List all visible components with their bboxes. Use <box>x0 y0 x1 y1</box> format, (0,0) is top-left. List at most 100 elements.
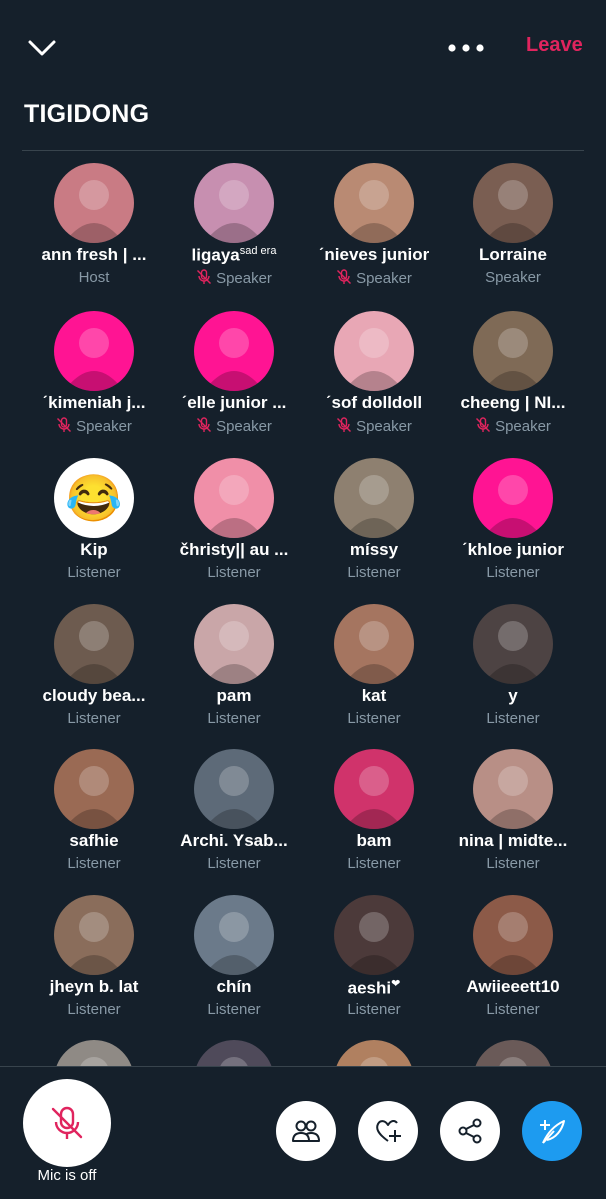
participant-role: Listener <box>207 1001 261 1018</box>
people-icon <box>292 1120 320 1142</box>
participant-name: ˊsof dolldoll <box>325 393 423 412</box>
participant-role: Listener <box>207 855 261 872</box>
mic-toggle-button[interactable] <box>23 1079 111 1167</box>
participant-role: Listener <box>347 1001 401 1018</box>
participant-card[interactable]: kat Listener <box>304 604 444 744</box>
participant-card[interactable]: bam Listener <box>304 749 444 889</box>
participant-card[interactable]: ˊelle junior ... Speaker <box>164 311 304 451</box>
participant-card[interactable]: pam Listener <box>164 604 304 744</box>
participant-role: Speaker <box>164 417 304 435</box>
feather-plus-icon <box>540 1120 565 1144</box>
participant-name: jheyn b. lat <box>49 977 139 996</box>
avatar <box>334 163 414 243</box>
react-button[interactable] <box>358 1101 418 1161</box>
participant-name: Kip <box>80 540 108 559</box>
participant-role: Listener <box>67 855 121 872</box>
avatar <box>54 895 134 975</box>
heart-plus-icon <box>376 1119 401 1142</box>
participant-name: ˊkhloe junior <box>462 540 564 559</box>
participant-name: Awiieeett10 <box>466 977 560 996</box>
participant-role: Listener <box>486 1001 540 1018</box>
participant-name: ˊelle junior ... <box>181 393 287 412</box>
participant-name: ˊkimeniah j... <box>42 393 146 412</box>
participant-card[interactable]: chín Listener <box>164 895 304 1035</box>
avatar <box>473 163 553 243</box>
avatar <box>473 895 553 975</box>
participant-role: Listener <box>207 710 261 727</box>
avatar <box>194 604 274 684</box>
mic-muted-icon <box>337 417 352 432</box>
participants-button[interactable] <box>276 1101 336 1161</box>
participant-card[interactable]: cheeng | NI... Speaker <box>443 311 583 451</box>
avatar: 😂 <box>54 458 134 538</box>
participant-card[interactable]: jheyn b. lat Listener <box>24 895 164 1035</box>
avatar <box>54 311 134 391</box>
participant-name: pam <box>216 686 252 705</box>
participant-name: ann fresh | ... <box>41 245 147 264</box>
participant-role: Listener <box>67 710 121 727</box>
name-suffix: ❤ <box>391 978 401 990</box>
participant-name: cloudy bea... <box>42 686 146 705</box>
participant-role: Host <box>78 269 110 286</box>
participant-card[interactable]: 😂 Kip Listener <box>24 458 164 598</box>
participant-card[interactable]: Lorraine Speaker <box>443 163 583 303</box>
participant-role: Speaker <box>164 269 304 287</box>
participant-name: čhristy|| au ... <box>179 540 289 559</box>
participant-name: Lorraine <box>478 245 548 264</box>
participant-grid: ann fresh | ... Host ligayasad era Speaker ˊ… <box>0 0 606 1199</box>
participant-card[interactable]: ˊkimeniah j... Speaker <box>24 311 164 451</box>
laughing-emoji-icon: 😂 <box>65 472 123 524</box>
participant-card[interactable]: aeshi❤ Listener <box>304 895 444 1035</box>
avatar <box>194 311 274 391</box>
mic-muted-icon <box>197 417 212 432</box>
participant-role: Listener <box>347 710 401 727</box>
participant-role: Listener <box>67 564 121 581</box>
participant-role: Listener <box>67 1001 121 1018</box>
participant-card[interactable]: ˊkhloe junior Listener <box>443 458 583 598</box>
participant-card[interactable]: ˊsof dolldoll Speaker <box>304 311 444 451</box>
avatar <box>473 458 553 538</box>
participant-name: míssy <box>349 540 399 559</box>
participant-card[interactable]: Awiieeett10 Listener <box>443 895 583 1035</box>
participant-role: Listener <box>207 564 261 581</box>
participant-card[interactable]: cloudy bea... Listener <box>24 604 164 744</box>
participant-role: Speaker <box>24 417 164 435</box>
mic-muted-icon <box>57 417 72 432</box>
avatar <box>54 749 134 829</box>
avatar <box>54 163 134 243</box>
participant-card[interactable]: ligayasad era Speaker <box>164 163 304 303</box>
participant-name: safhie <box>69 831 119 850</box>
avatar <box>473 604 553 684</box>
participant-role: Listener <box>486 710 540 727</box>
participant-role: Listener <box>347 564 401 581</box>
participant-role: Speaker <box>485 269 541 286</box>
share-icon <box>458 1118 482 1144</box>
mic-muted-icon <box>476 417 491 432</box>
participant-card[interactable]: čhristy|| au ... Listener <box>164 458 304 598</box>
avatar <box>334 895 414 975</box>
participant-card[interactable]: ˊnieves junior Speaker <box>304 163 444 303</box>
participant-card[interactable]: safhie Listener <box>24 749 164 889</box>
participant-role: Listener <box>486 855 540 872</box>
participant-card[interactable]: nina | midte... Listener <box>443 749 583 889</box>
participant-card[interactable]: ann fresh | ... Host <box>24 163 164 303</box>
avatar <box>194 895 274 975</box>
participant-card[interactable]: míssy Listener <box>304 458 444 598</box>
participant-name: nina | midte... <box>458 831 568 850</box>
participant-name: chín <box>216 977 252 996</box>
avatar <box>334 604 414 684</box>
share-button[interactable] <box>440 1101 500 1161</box>
participant-name: cheeng | NI... <box>460 393 566 412</box>
compose-tweet-button[interactable] <box>522 1101 582 1161</box>
participant-name: y <box>508 686 518 705</box>
participant-card[interactable]: Archi. Ysab... Listener <box>164 749 304 889</box>
mic-muted-icon <box>337 269 352 284</box>
avatar <box>473 749 553 829</box>
mic-status-label: Mic is off <box>37 1167 97 1184</box>
avatar <box>334 749 414 829</box>
participant-role: Speaker <box>443 417 583 435</box>
participant-name: kat <box>361 686 387 705</box>
mic-muted-icon <box>197 269 212 284</box>
avatar <box>194 458 274 538</box>
participant-card[interactable]: y Listener <box>443 604 583 744</box>
